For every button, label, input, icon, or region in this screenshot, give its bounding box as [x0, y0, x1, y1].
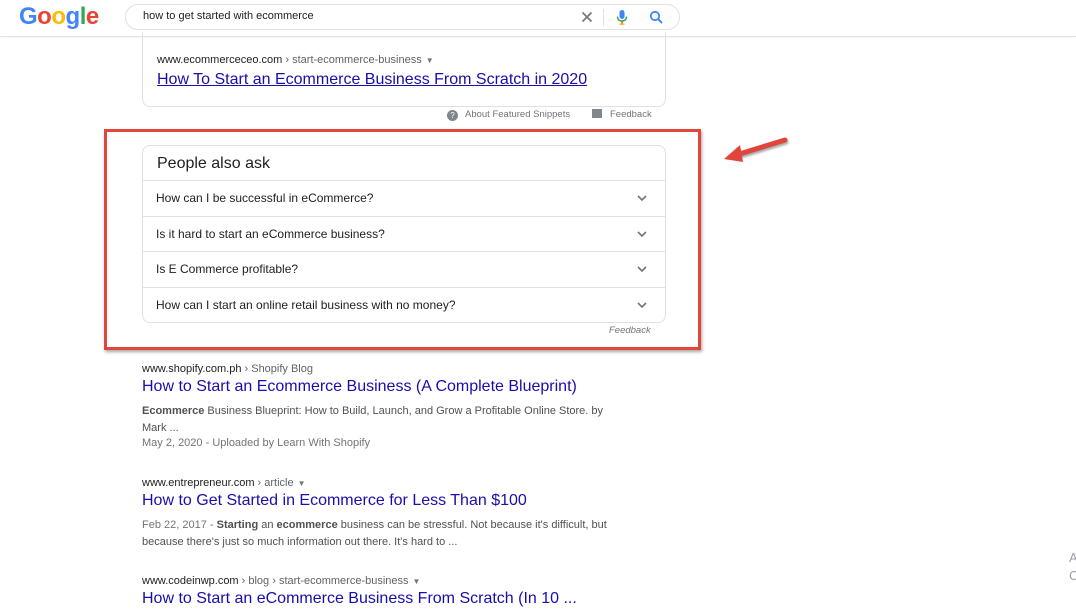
chevron-down-icon[interactable] — [636, 263, 648, 275]
clear-icon[interactable] — [580, 8, 594, 26]
result-title-link[interactable]: How to Start an eCommerce Business From … — [142, 590, 577, 608]
help-icon: ? — [447, 110, 458, 121]
snippet-feedback[interactable]: Feedback — [592, 109, 652, 120]
snippet-path: › start-ecommerce-business — [282, 54, 422, 66]
result-path: › blog › start-ecommerce-business — [238, 575, 409, 587]
result-meta: May 2, 2020 - Uploaded by Learn With Sho… — [142, 437, 371, 449]
chevron-down-icon[interactable] — [636, 192, 648, 204]
about-featured-snippets[interactable]: ? About Featured Snippets — [447, 109, 570, 121]
google-logo[interactable]: Google — [19, 3, 99, 31]
snippet-bold: ecommerce — [276, 519, 338, 531]
paa-question: How can I be successful in eCommerce? — [156, 191, 374, 205]
search-icon[interactable] — [649, 9, 664, 26]
result-site: www.codeinwp.com — [142, 575, 239, 587]
edge-glyph: A — [1069, 550, 1076, 565]
paa-question-row[interactable]: How can I start an online retail busines… — [143, 287, 665, 322]
paa-feedback-link[interactable]: Feedback — [609, 325, 651, 336]
result-breadcrumb[interactable]: www.shopify.com.ph › Shopify Blog — [142, 363, 313, 375]
snippet-text: Business Blueprint: How to Build, Launch… — [142, 405, 604, 434]
paa-question-row[interactable]: Is E Commerce profitable? — [143, 251, 665, 286]
dropdown-caret-icon[interactable]: ▼ — [413, 577, 421, 586]
search-input[interactable] — [143, 10, 573, 22]
paa-title: People also ask — [157, 155, 270, 172]
chevron-down-icon[interactable] — [636, 299, 648, 311]
snippet-breadcrumb[interactable]: www.ecommerceceo.com › start-ecommerce-b… — [157, 54, 434, 66]
result-path: › article — [254, 477, 294, 489]
dropdown-caret-icon[interactable]: ▼ — [298, 479, 306, 488]
result-breadcrumb[interactable]: www.entrepreneur.com › article ▼ — [142, 477, 306, 489]
logo-letter: o — [51, 3, 66, 30]
result-date: Feb 22, 2017 - — [142, 519, 217, 531]
annotation-arrow-icon — [724, 137, 788, 162]
featured-snippet-card: www.ecommerceceo.com › start-ecommerce-b… — [142, 32, 666, 107]
chevron-down-icon[interactable] — [636, 228, 648, 240]
search-divider — [603, 9, 604, 26]
feedback-icon — [592, 109, 602, 118]
logo-letter: o — [37, 3, 52, 30]
result-snippet: Feb 22, 2017 - Starting an ecommerce bus… — [142, 517, 622, 550]
snippet-feedback-label: Feedback — [610, 109, 652, 120]
paa-question: Is it hard to start an eCommerce busines… — [156, 227, 385, 241]
about-snippets-label: About Featured Snippets — [465, 109, 571, 120]
logo-letter: g — [65, 3, 81, 30]
result-title-link[interactable]: How to Get Started in Ecommerce for Less… — [142, 492, 527, 510]
logo-letter: G — [19, 3, 38, 30]
paa-question: How can I start an online retail busines… — [156, 298, 456, 312]
snippet-text: an — [258, 519, 277, 531]
snippet-bold: Ecommerce — [142, 405, 205, 417]
microphone-icon[interactable] — [616, 9, 628, 26]
paa-question: Is E Commerce profitable? — [156, 262, 299, 276]
result-snippet: Ecommerce Business Blueprint: How to Bui… — [142, 403, 622, 436]
edge-glyph: C — [1069, 568, 1076, 583]
paa-question-row[interactable]: How can I be successful in eCommerce? — [143, 180, 665, 215]
result-path: › Shopify Blog — [241, 363, 314, 375]
result-site: www.shopify.com.ph — [142, 363, 242, 375]
snippet-title-link[interactable]: How To Start an Ecommerce Business From … — [157, 71, 587, 89]
result-title-link[interactable]: How to Start an Ecommerce Business (A Co… — [142, 378, 577, 396]
people-also-ask-panel: People also ask How can I be successful … — [142, 145, 666, 323]
logo-letter: e — [85, 3, 99, 30]
result-breadcrumb[interactable]: www.codeinwp.com › blog › start-ecommerc… — [142, 575, 420, 587]
snippet-site: www.ecommerceceo.com — [157, 54, 283, 66]
search-box — [125, 4, 680, 30]
result-site: www.entrepreneur.com — [142, 477, 255, 489]
paa-question-row[interactable]: Is it hard to start an eCommerce busines… — [143, 216, 665, 251]
dropdown-caret-icon[interactable]: ▼ — [426, 56, 434, 65]
snippet-bold: Starting — [216, 519, 259, 531]
